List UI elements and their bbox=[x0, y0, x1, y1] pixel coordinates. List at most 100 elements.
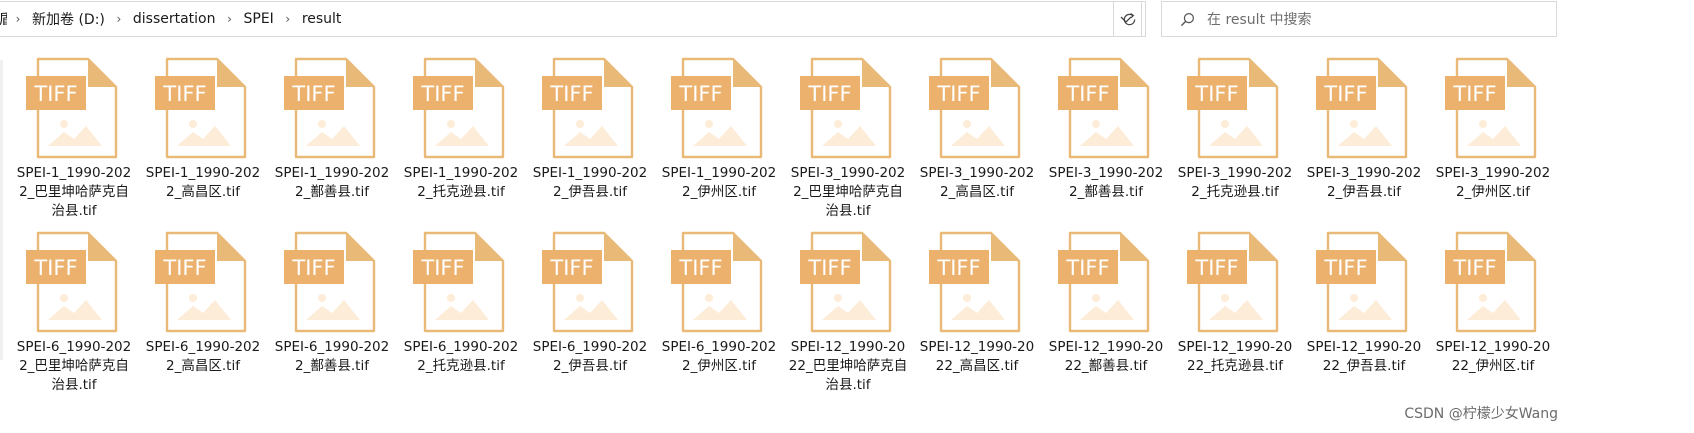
file-name-label: SPEI-6_1990-2022_伊吾县.tif bbox=[532, 339, 648, 374]
file-name-label: SPEI-6_1990-2022_鄯善县.tif bbox=[274, 339, 390, 374]
file-name-label: SPEI-6_1990-2022_伊州区.tif bbox=[661, 339, 777, 374]
tiff-file-icon: TIFF bbox=[540, 56, 640, 160]
file-name-label: SPEI-1_1990-2022_巴里坤哈萨克自治县.tif bbox=[16, 165, 132, 219]
file-item-4[interactable]: TIFF SPEI-1_1990-2022_托克逊县.tif bbox=[397, 42, 525, 212]
file-name-label: SPEI-12_1990-2022_托克逊县.tif bbox=[1177, 339, 1293, 374]
file-name-label: SPEI-3_1990-2022_鄯善县.tif bbox=[1048, 165, 1164, 200]
svg-text:TIFF: TIFF bbox=[33, 256, 77, 280]
svg-text:TIFF: TIFF bbox=[936, 256, 980, 280]
tiff-file-icon: TIFF bbox=[669, 56, 769, 160]
file-item-8[interactable]: TIFF SPEI-3_1990-2022_高昌区.tif bbox=[913, 42, 1041, 212]
file-item-24[interactable]: TIFF SPEI-12_1990-2022_伊州区.tif bbox=[1429, 216, 1557, 386]
tiff-file-icon: TIFF bbox=[1185, 230, 1285, 334]
breadcrumb-dissertation[interactable]: dissertation bbox=[130, 11, 219, 27]
file-item-7[interactable]: TIFF SPEI-3_1990-2022_巴里坤哈萨克自治县.tif bbox=[784, 42, 912, 219]
breadcrumb: 盾 › 新加卷 (D:) › dissertation › SPEI › res… bbox=[0, 2, 344, 36]
file-item-6[interactable]: TIFF SPEI-1_1990-2022_伊州区.tif bbox=[655, 42, 783, 212]
chevron-right-icon[interactable]: › bbox=[219, 12, 241, 26]
file-name-label: SPEI-1_1990-2022_高昌区.tif bbox=[145, 165, 261, 200]
file-item-15[interactable]: TIFF SPEI-6_1990-2022_鄯善县.tif bbox=[268, 216, 396, 386]
breadcrumb-fragment[interactable]: 盾 bbox=[0, 9, 7, 29]
file-item-14[interactable]: TIFF SPEI-6_1990-2022_高昌区.tif bbox=[139, 216, 267, 386]
file-name-label: SPEI-12_1990-2022_高昌区.tif bbox=[919, 339, 1035, 374]
svg-text:TIFF: TIFF bbox=[549, 82, 593, 106]
svg-text:TIFF: TIFF bbox=[1452, 82, 1496, 106]
chevron-right-icon[interactable]: › bbox=[277, 12, 299, 26]
chevron-right-icon[interactable]: › bbox=[7, 12, 29, 26]
file-name-label: SPEI-1_1990-2022_托克逊县.tif bbox=[403, 165, 519, 200]
file-item-2[interactable]: TIFF SPEI-1_1990-2022_高昌区.tif bbox=[139, 42, 267, 212]
file-name-label: SPEI-3_1990-2022_托克逊县.tif bbox=[1177, 165, 1293, 200]
tiff-file-icon: TIFF bbox=[1443, 230, 1543, 334]
svg-text:TIFF: TIFF bbox=[678, 82, 722, 106]
file-item-13[interactable]: TIFF SPEI-6_1990-2022_巴里坤哈萨克自治县.tif bbox=[10, 216, 138, 393]
tiff-file-icon: TIFF bbox=[927, 230, 1027, 334]
file-name-label: SPEI-12_1990-2022_伊吾县.tif bbox=[1306, 339, 1422, 374]
tiff-file-icon: TIFF bbox=[669, 230, 769, 334]
svg-text:TIFF: TIFF bbox=[1065, 82, 1109, 106]
file-item-11[interactable]: TIFF SPEI-3_1990-2022_伊吾县.tif bbox=[1300, 42, 1428, 212]
tiff-file-icon: TIFF bbox=[1314, 56, 1414, 160]
svg-text:TIFF: TIFF bbox=[420, 82, 464, 106]
file-item-10[interactable]: TIFF SPEI-3_1990-2022_托克逊县.tif bbox=[1171, 42, 1299, 212]
svg-text:TIFF: TIFF bbox=[162, 256, 206, 280]
file-item-12[interactable]: TIFF SPEI-3_1990-2022_伊州区.tif bbox=[1429, 42, 1557, 212]
svg-text:TIFF: TIFF bbox=[1323, 82, 1367, 106]
svg-text:TIFF: TIFF bbox=[678, 256, 722, 280]
file-item-23[interactable]: TIFF SPEI-12_1990-2022_伊吾县.tif bbox=[1300, 216, 1428, 386]
address-bar[interactable]: 盾 › 新加卷 (D:) › dissertation › SPEI › res… bbox=[0, 1, 1142, 37]
file-item-20[interactable]: TIFF SPEI-12_1990-2022_高昌区.tif bbox=[913, 216, 1041, 386]
refresh-button[interactable] bbox=[1113, 1, 1146, 37]
file-item-21[interactable]: TIFF SPEI-12_1990-2022_鄯善县.tif bbox=[1042, 216, 1170, 386]
svg-text:TIFF: TIFF bbox=[420, 256, 464, 280]
breadcrumb-drive[interactable]: 新加卷 (D:) bbox=[29, 9, 108, 29]
file-name-label: SPEI-3_1990-2022_巴里坤哈萨克自治县.tif bbox=[790, 165, 906, 219]
svg-text:TIFF: TIFF bbox=[1065, 256, 1109, 280]
file-name-label: SPEI-12_1990-2022_巴里坤哈萨克自治县.tif bbox=[788, 339, 908, 393]
file-name-label: SPEI-6_1990-2022_高昌区.tif bbox=[145, 339, 261, 374]
tiff-file-icon: TIFF bbox=[1443, 56, 1543, 160]
file-name-label: SPEI-3_1990-2022_伊州区.tif bbox=[1435, 165, 1551, 200]
search-input[interactable]: 在 result 中搜索 bbox=[1207, 9, 1312, 29]
file-grid: TIFF SPEI-1_1990-2022_巴里坤哈萨克自治县.tif TIFF… bbox=[0, 42, 1694, 433]
file-item-19[interactable]: TIFF SPEI-12_1990-2022_巴里坤哈萨克自治县.tif bbox=[784, 216, 912, 393]
file-name-label: SPEI-3_1990-2022_伊吾县.tif bbox=[1306, 165, 1422, 200]
tiff-file-icon: TIFF bbox=[540, 230, 640, 334]
tiff-file-icon: TIFF bbox=[1056, 230, 1156, 334]
tiff-file-icon: TIFF bbox=[1185, 56, 1285, 160]
file-item-9[interactable]: TIFF SPEI-3_1990-2022_鄯善县.tif bbox=[1042, 42, 1170, 212]
watermark: CSDN @柠檬少女Wang bbox=[1404, 406, 1558, 422]
file-item-17[interactable]: TIFF SPEI-6_1990-2022_伊吾县.tif bbox=[526, 216, 654, 386]
file-item-16[interactable]: TIFF SPEI-6_1990-2022_托克逊县.tif bbox=[397, 216, 525, 386]
explorer-toolbar: 盾 › 新加卷 (D:) › dissertation › SPEI › res… bbox=[0, 0, 1694, 40]
svg-text:TIFF: TIFF bbox=[291, 256, 335, 280]
breadcrumb-result[interactable]: result bbox=[299, 11, 345, 27]
tiff-file-icon: TIFF bbox=[1056, 56, 1156, 160]
tiff-file-icon: TIFF bbox=[927, 56, 1027, 160]
chevron-right-icon[interactable]: › bbox=[108, 12, 130, 26]
search-icon bbox=[1180, 12, 1195, 26]
tiff-file-icon: TIFF bbox=[411, 56, 511, 160]
search-box[interactable]: 在 result 中搜索 bbox=[1161, 1, 1557, 37]
tiff-file-icon: TIFF bbox=[282, 230, 382, 334]
tiff-file-icon: TIFF bbox=[153, 230, 253, 334]
file-item-5[interactable]: TIFF SPEI-1_1990-2022_伊吾县.tif bbox=[526, 42, 654, 212]
file-name-label: SPEI-12_1990-2022_鄯善县.tif bbox=[1048, 339, 1164, 374]
tiff-file-icon: TIFF bbox=[411, 230, 511, 334]
file-name-label: SPEI-1_1990-2022_伊州区.tif bbox=[661, 165, 777, 200]
file-item-1[interactable]: TIFF SPEI-1_1990-2022_巴里坤哈萨克自治县.tif bbox=[10, 42, 138, 219]
file-name-label: SPEI-12_1990-2022_伊州区.tif bbox=[1435, 339, 1551, 374]
svg-text:TIFF: TIFF bbox=[162, 82, 206, 106]
file-name-label: SPEI-6_1990-2022_托克逊县.tif bbox=[403, 339, 519, 374]
refresh-icon bbox=[1123, 12, 1136, 25]
tiff-file-icon: TIFF bbox=[798, 56, 898, 160]
svg-text:TIFF: TIFF bbox=[1194, 82, 1238, 106]
file-item-22[interactable]: TIFF SPEI-12_1990-2022_托克逊县.tif bbox=[1171, 216, 1299, 386]
tiff-file-icon: TIFF bbox=[24, 230, 124, 334]
tiff-file-icon: TIFF bbox=[153, 56, 253, 160]
svg-text:TIFF: TIFF bbox=[1194, 256, 1238, 280]
svg-text:TIFF: TIFF bbox=[33, 82, 77, 106]
file-item-18[interactable]: TIFF SPEI-6_1990-2022_伊州区.tif bbox=[655, 216, 783, 386]
file-item-3[interactable]: TIFF SPEI-1_1990-2022_鄯善县.tif bbox=[268, 42, 396, 212]
breadcrumb-spei[interactable]: SPEI bbox=[241, 11, 277, 27]
